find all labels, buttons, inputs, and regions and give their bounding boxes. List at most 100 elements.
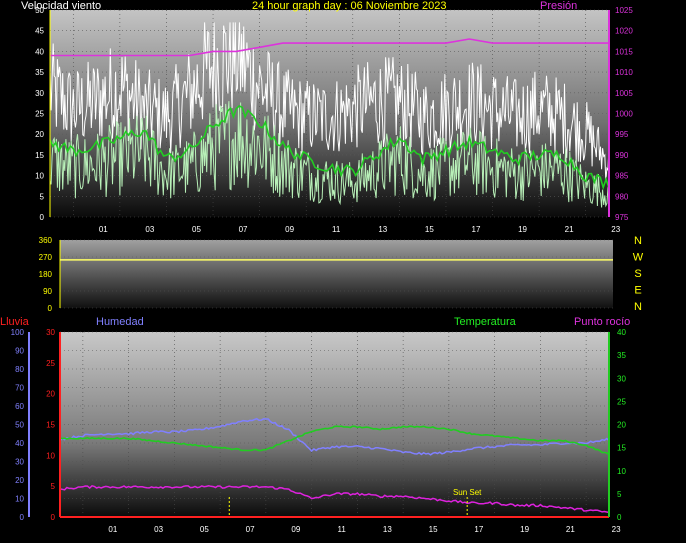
rain-tick-label: 20: [46, 390, 55, 399]
temp-tick-label: 30: [617, 374, 626, 383]
wind-tick-label: 45: [35, 27, 44, 36]
rain-tick-label: 15: [46, 421, 55, 430]
hour-tick-label: 05: [200, 525, 209, 534]
temp-x-ticks: 01 03 05 07 09 11 13 15 17 19 21 23: [108, 525, 621, 534]
compass-label: E: [634, 285, 641, 297]
hour-tick-label: 01: [99, 225, 108, 234]
pressure-tick-label: 1010: [615, 68, 633, 77]
hour-tick-label: 21: [566, 525, 575, 534]
hour-tick-label: 07: [239, 225, 248, 234]
hour-tick-label: 23: [611, 225, 620, 234]
direction-tick-label: 90: [43, 287, 52, 296]
wind-x-ticks: 01 03 05 07 09 11 13 15 17 19 21 23: [99, 225, 621, 234]
dewpoint-label: Punto rocío: [574, 316, 630, 328]
direction-axis-ticks: 360 270 180 90 0: [39, 236, 53, 313]
hour-tick-label: 17: [472, 225, 481, 234]
wind-tick-label: 10: [35, 172, 44, 181]
hour-tick-label: 15: [425, 225, 434, 234]
temp-tick-label: 35: [617, 351, 626, 360]
weather-graph: 50454035302520151050 1025102010151010100…: [0, 0, 644, 534]
hour-tick-label: 15: [429, 525, 438, 534]
compass-label: N: [634, 235, 642, 247]
pressure-axis-ticks: 1025 1020 1015 1010 1005 1000 995 990 985 980 975: [615, 6, 633, 222]
sunset-label: Sun Set: [453, 488, 482, 497]
temp-tick-label: 10: [617, 467, 626, 476]
humidity-tick-label: 40: [15, 439, 24, 448]
hour-tick-label: 03: [154, 525, 163, 534]
compass-label: W: [633, 252, 644, 264]
wind-tick-label: 25: [35, 110, 44, 119]
hour-tick-label: 01: [108, 525, 117, 534]
rain-tick-label: 10: [46, 451, 55, 460]
pressure-tick-label: 1025: [615, 6, 633, 15]
wind-tick-label: 5: [40, 192, 45, 201]
temp-axis-ticks: 40 35 30 25 20 15 10 5 0: [617, 328, 626, 522]
pressure-label: Presión: [540, 0, 577, 12]
pressure-tick-label: 1020: [615, 27, 633, 36]
hour-tick-label: 05: [192, 225, 201, 234]
compass-label: S: [634, 268, 641, 280]
hour-tick-label: 09: [285, 225, 294, 234]
hour-tick-label: 13: [378, 225, 387, 234]
rain-tick-label: 30: [46, 328, 55, 337]
rain-label: Lluvia: [0, 316, 30, 328]
compass-label: N: [634, 301, 642, 313]
hour-tick-label: 19: [520, 525, 529, 534]
rain-tick-label: 5: [51, 482, 56, 491]
hour-tick-label: 23: [612, 525, 621, 534]
wind-tick-label: 30: [35, 89, 44, 98]
hour-tick-label: 17: [474, 525, 483, 534]
hour-tick-label: 11: [332, 225, 341, 234]
humidity-tick-label: 60: [15, 402, 24, 411]
wind-tick-label: 15: [35, 151, 44, 160]
rain-tick-label: 25: [46, 359, 55, 368]
wind-tick-label: 35: [35, 68, 44, 77]
humidity-tick-label: 30: [15, 458, 24, 467]
humidity-tick-label: 0: [20, 513, 25, 522]
pressure-tick-label: 1015: [615, 47, 633, 56]
hour-tick-label: 11: [337, 525, 346, 534]
compass-labels: NWSEN: [633, 235, 644, 313]
humidity-tick-label: 90: [15, 347, 24, 356]
wind-axis-ticks: 50454035302520151050: [35, 6, 44, 222]
chart-title: 24 hour graph day : 06 Noviembre 2023: [252, 0, 446, 12]
temp-tick-label: 20: [617, 421, 626, 430]
direction-tick-label: 0: [48, 304, 53, 313]
temp-tick-label: 5: [617, 490, 622, 499]
temp-tick-label: 25: [617, 397, 626, 406]
pressure-tick-label: 980: [615, 192, 629, 201]
rain-tick-label: 0: [51, 513, 56, 522]
wind-tick-label: 20: [35, 130, 44, 139]
hour-tick-label: 07: [246, 525, 255, 534]
humidity-tick-label: 20: [15, 476, 24, 485]
pressure-tick-label: 1005: [615, 89, 633, 98]
direction-tick-label: 180: [39, 270, 53, 279]
temp-tick-label: 0: [617, 513, 622, 522]
humidity-tick-label: 50: [15, 421, 24, 430]
temp-tick-label: 15: [617, 444, 626, 453]
hour-tick-label: 09: [291, 525, 300, 534]
temp-tick-label: 40: [617, 328, 626, 337]
humidity-tick-label: 10: [15, 495, 24, 504]
humidity-tick-label: 80: [15, 365, 24, 374]
direction-tick-label: 270: [39, 253, 53, 262]
temperature-label: Temperatura: [454, 316, 517, 328]
pressure-tick-label: 990: [615, 151, 629, 160]
rain-axis-ticks: 30 25 20 15 10 5 0: [46, 328, 55, 522]
pressure-tick-label: 995: [615, 130, 629, 139]
humidity-tick-label: 100: [11, 328, 25, 337]
humidity-label: Humedad: [96, 316, 144, 328]
hour-tick-label: 19: [518, 225, 527, 234]
humidity-tick-label: 70: [15, 384, 24, 393]
wind-speed-label: Velocidad viento: [21, 0, 101, 12]
pressure-tick-label: 975: [615, 213, 629, 222]
temp-panel: [60, 332, 609, 517]
hour-tick-label: 03: [145, 225, 154, 234]
humidity-axis-ticks: 1009080706050403020100: [11, 328, 25, 522]
wind-tick-label: 0: [40, 213, 45, 222]
wind-tick-label: 40: [35, 47, 44, 56]
direction-tick-label: 360: [39, 236, 53, 245]
pressure-tick-label: 1000: [615, 110, 633, 119]
hour-tick-label: 13: [383, 525, 392, 534]
hour-tick-label: 21: [565, 225, 574, 234]
